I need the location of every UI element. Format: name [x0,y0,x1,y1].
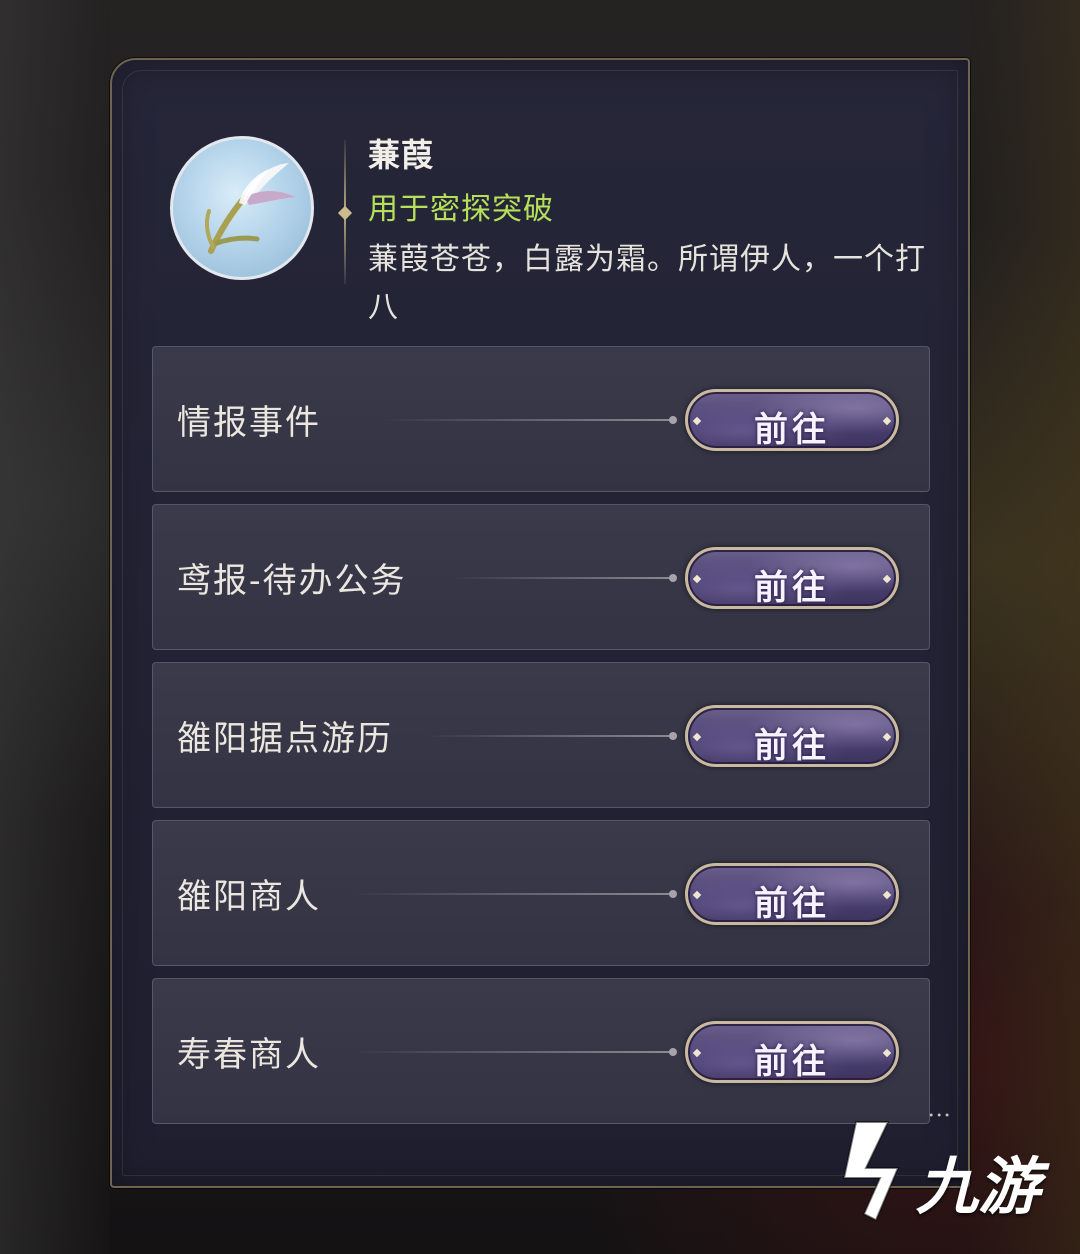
row-connector-line [353,1051,673,1053]
source-label: 雒阳商人 [177,877,321,917]
go-button[interactable]: 前往 [685,1021,899,1083]
item-source-panel: 蒹葭 用于密探突破 蒹葭苍苍，白露为霜。所谓伊人，一个打八 情报事件 前往 鸢报… [110,58,970,1188]
row-connector-line [453,577,673,579]
watermark: 九游 [826,1116,1046,1226]
go-button-label: 前往 [754,726,830,766]
source-label: 鸢报-待办公务 [177,561,407,601]
source-label: 情报事件 [177,403,321,443]
item-usage: 用于密探突破 [368,192,554,227]
go-button[interactable]: 前往 [685,863,899,925]
source-row: 情报事件 前往 [152,346,930,492]
jiuyou-logo-icon [842,1121,900,1222]
reed-plume-icon [170,136,314,280]
go-button[interactable]: 前往 [685,705,899,767]
source-label: 寿春商人 [177,1035,321,1075]
go-button-label: 前往 [754,884,830,924]
item-description: 蒹葭苍苍，白露为霜。所谓伊人，一个打八 [368,242,926,325]
header-divider-ornament [337,205,353,221]
background-right [970,0,1080,1254]
go-button-label: 前往 [754,410,830,450]
row-connector-dot [669,416,677,424]
background-left [0,0,110,1254]
source-row: 寿春商人 前往 [152,978,930,1124]
row-connector-dot [669,732,677,740]
row-connector-line [353,893,673,895]
source-row: 雒阳商人 前往 [152,820,930,966]
go-button-label: 前往 [754,568,830,608]
item-name: 蒹葭 [368,136,435,174]
row-connector-dot [669,574,677,582]
source-row: 雒阳据点游历 前往 [152,662,930,808]
go-button-label: 前往 [754,1042,830,1082]
row-connector-line [427,735,673,737]
go-button[interactable]: 前往 [685,389,899,451]
watermark-text: 九游 [916,1150,1041,1223]
go-button[interactable]: 前往 [685,547,899,609]
row-connector-dot [669,890,677,898]
source-row: 鸢报-待办公务 前往 [152,504,930,650]
row-connector-dot [669,1048,677,1056]
source-label: 雒阳据点游历 [177,719,393,759]
row-connector-line [383,419,673,421]
